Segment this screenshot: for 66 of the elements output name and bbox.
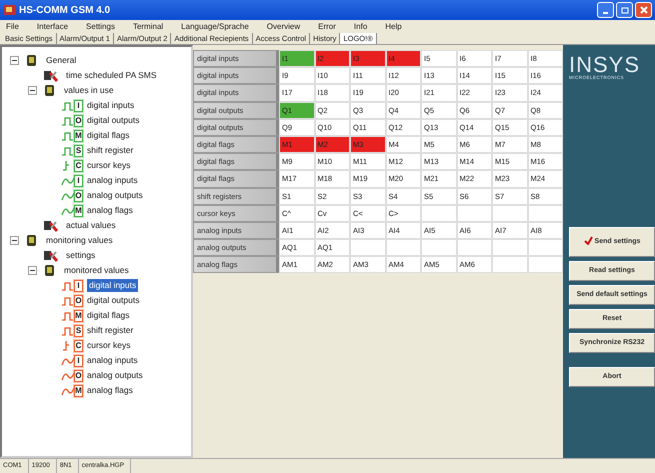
signal-letter: I	[74, 280, 83, 292]
signal-letter: O	[74, 370, 83, 382]
restore-icon[interactable]	[616, 2, 633, 18]
brand-logo: INSYS	[569, 55, 642, 75]
signal-letter: O	[74, 294, 83, 306]
menu-item[interactable]: File	[6, 20, 19, 32]
tree-item[interactable]: settings	[66, 249, 96, 262]
app-icon	[3, 2, 17, 18]
expander-icon[interactable]	[10, 236, 19, 245]
tree-item[interactable]: digital flags	[87, 129, 130, 142]
menu-item[interactable]: Overview	[266, 20, 300, 32]
module-icon	[43, 84, 56, 98]
tree-item[interactable]: analog outputs	[87, 189, 143, 202]
tool-icon	[43, 68, 58, 82]
signal-letter: I	[74, 354, 83, 366]
tree-item[interactable]: cursor keys	[87, 339, 130, 352]
signal-letter: M	[74, 130, 83, 142]
tree-item[interactable]: analog outputs	[87, 369, 143, 382]
close-icon[interactable]	[635, 2, 652, 18]
menu-item[interactable]: Terminal	[132, 20, 164, 32]
module-icon	[43, 264, 56, 278]
module-icon	[25, 234, 38, 248]
check-icon	[584, 236, 593, 248]
expander-icon[interactable]	[10, 56, 19, 65]
tree-item[interactable]: values in use	[64, 84, 114, 97]
signal-letter: C	[74, 340, 83, 352]
menu-item[interactable]: Interface	[36, 20, 68, 32]
tree-item[interactable]: time scheduled PA SMS	[66, 69, 157, 82]
tree-item[interactable]: digital inputs	[87, 99, 134, 112]
tree-item[interactable]: shift register	[87, 144, 134, 157]
signal-letter: O	[74, 114, 83, 126]
menu-item[interactable]: Info	[354, 20, 368, 32]
tree-item[interactable]: analog flags	[87, 204, 133, 217]
tree-item[interactable]: actual values	[66, 219, 116, 232]
tool-icon	[43, 218, 58, 232]
tree-item[interactable]: digital inputs	[87, 279, 138, 292]
menu-item[interactable]: Error	[318, 20, 336, 32]
signal-letter: M	[74, 204, 83, 216]
expander-icon[interactable]	[28, 266, 37, 275]
signal-letter: M	[74, 384, 83, 396]
tree-item[interactable]: General	[46, 54, 76, 67]
menu-item[interactable]: Language/Sprache	[181, 20, 249, 32]
signal-letter: I	[74, 174, 83, 186]
tool-icon	[43, 248, 58, 262]
tree-item[interactable]: analog flags	[87, 384, 133, 397]
tree-item[interactable]: monitored values	[64, 264, 129, 277]
minimize-icon[interactable]	[597, 2, 614, 18]
module-icon	[25, 54, 38, 68]
signal-letter: C	[74, 160, 83, 172]
signal-letter: S	[74, 144, 83, 156]
signal-letter: I	[74, 100, 83, 112]
signal-letter: M	[74, 310, 83, 322]
menu-item[interactable]: Settings	[86, 20, 115, 32]
window-title: HS-COMM GSM 4.0	[19, 4, 112, 18]
tree-item[interactable]: shift register	[87, 324, 134, 337]
tree-item[interactable]: analog inputs	[87, 174, 138, 187]
tree-item[interactable]: digital outputs	[87, 294, 140, 307]
tree-item[interactable]: analog inputs	[87, 354, 138, 367]
expander-icon[interactable]	[28, 86, 37, 95]
menu-item[interactable]: Help	[385, 20, 402, 32]
tree-item[interactable]: cursor keys	[87, 159, 130, 172]
signal-letter: S	[74, 324, 83, 336]
tree-item[interactable]: digital flags	[87, 309, 130, 322]
tree-item[interactable]: digital outputs	[87, 114, 140, 127]
tree-item[interactable]: monitoring values	[46, 234, 113, 247]
signal-letter: O	[74, 190, 83, 202]
